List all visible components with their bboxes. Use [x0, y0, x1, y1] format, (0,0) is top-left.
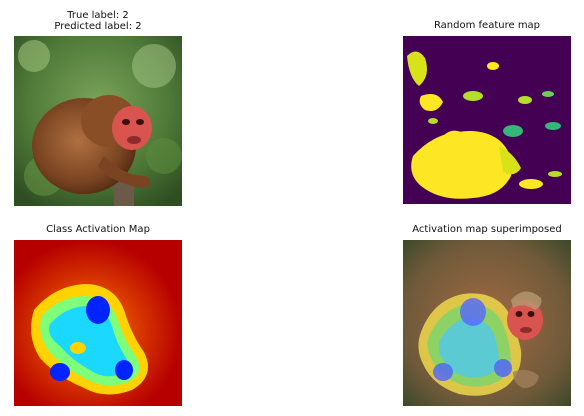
monkey-photo: [14, 36, 182, 206]
class-activation-heatmap: [14, 240, 182, 406]
predicted-label-text: Predicted label: 2: [54, 21, 142, 32]
true-predicted-label-title: True label: 2 Predicted label: 2: [28, 10, 168, 32]
class-activation-map-title: Class Activation Map: [46, 224, 150, 235]
random-feature-map-title: Random feature map: [433, 20, 541, 31]
true-label-text: True label: 2: [67, 10, 129, 21]
superimposed-activation-photo: [403, 240, 571, 406]
activation-map-superimposed-title: Activation map superimposed: [412, 224, 562, 235]
feature-map-heatmap: [403, 36, 571, 204]
